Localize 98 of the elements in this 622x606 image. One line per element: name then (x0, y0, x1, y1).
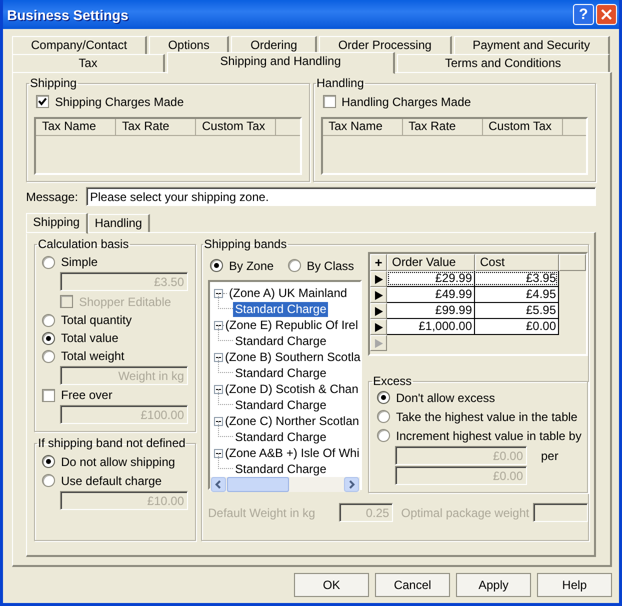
radio-label: Total value (61, 331, 118, 345)
collapse-icon[interactable] (214, 320, 223, 330)
collapse-icon[interactable] (214, 384, 223, 394)
column-header[interactable]: Tax Name (322, 119, 402, 135)
tab[interactable]: Terms and Conditions (397, 54, 610, 72)
radio-button[interactable] (377, 391, 390, 404)
checkbox[interactable] (36, 95, 49, 108)
tab[interactable]: Order Processing (319, 36, 452, 54)
column-header[interactable]: Tax Name (36, 119, 116, 135)
window-title: Business Settings (7, 6, 128, 22)
table-cell: £29.99 (387, 271, 475, 287)
scroll-thumb[interactable] (227, 477, 289, 492)
table-cell: £1,000.00 (387, 319, 475, 335)
group-label: Handling (316, 76, 365, 90)
column-header[interactable]: Tax Rate (402, 119, 482, 135)
radio-label: By Zone (229, 258, 274, 272)
tab[interactable]: Tax (12, 54, 165, 72)
radio-button[interactable] (42, 314, 55, 326)
radio-label: Total quantity (61, 313, 132, 327)
column-header[interactable]: Cost (475, 254, 559, 271)
radio-label: By Class (306, 258, 354, 272)
column-header[interactable]: Custom Tax (482, 119, 562, 135)
field-label: Optimal package weight (401, 506, 530, 520)
scroll-left-icon (211, 477, 226, 492)
tab[interactable]: Options (149, 36, 230, 54)
unit-label: per (541, 448, 558, 462)
add-row-button[interactable]: + (370, 254, 387, 271)
dialog-button[interactable]: Cancel (375, 573, 450, 597)
collapse-icon[interactable] (214, 448, 223, 458)
dialog-button[interactable]: Apply (456, 573, 531, 597)
field-label: Message: (26, 190, 80, 204)
tree-item[interactable]: Standard Charge (233, 302, 328, 316)
dialog-button[interactable]: OK (294, 573, 369, 597)
checkbox[interactable] (42, 388, 55, 402)
table-cell: £5.95 (475, 303, 559, 319)
radio-label: Do not allow shipping (61, 454, 176, 468)
table-cell: £4.95 (475, 287, 559, 303)
group-label: If shipping band not defined (37, 436, 186, 450)
group-label: Shipping (29, 76, 78, 90)
tree-item[interactable]: Standard Charge (233, 462, 328, 476)
tab[interactable]: Shipping and Handling (167, 52, 395, 74)
close-button[interactable] (596, 4, 617, 25)
radio-label: Simple (61, 255, 98, 269)
scrollbar[interactable] (210, 477, 360, 492)
radio-button[interactable] (42, 256, 55, 268)
close-icon (601, 9, 612, 20)
message-field[interactable]: Please select your shipping zone. (86, 187, 596, 206)
table-cell: £0.00 (475, 319, 559, 335)
table-cell: £99.99 (387, 303, 475, 319)
dialog-button[interactable]: Help (537, 573, 612, 597)
tree-item[interactable]: Standard Charge (233, 366, 328, 380)
checkbox[interactable] (322, 95, 336, 108)
radio-button[interactable] (377, 410, 390, 423)
radio-button[interactable] (210, 259, 223, 272)
field-label: Default Weight in kg (208, 506, 316, 520)
column-header (559, 254, 586, 271)
tree-item[interactable]: Standard Charge (233, 334, 328, 348)
checkmark-icon (38, 97, 47, 106)
tree-item[interactable]: (Zone C) Norther Scotlan (223, 414, 362, 428)
help-button[interactable]: ? (573, 4, 594, 25)
tree-item[interactable]: (Zone A) UK Mainland (227, 286, 350, 300)
tree-item[interactable]: (Zone E) Republic Of Irel (223, 318, 360, 332)
tab[interactable]: Shipping (26, 213, 88, 234)
group-label: Calculation basis (37, 237, 130, 251)
tree-item[interactable]: Standard Charge (233, 430, 328, 444)
collapse-icon[interactable] (214, 352, 223, 362)
tree-item[interactable]: (Zone B) Southern Scotla (223, 350, 362, 364)
tab[interactable]: Payment and Security (454, 36, 610, 54)
radio-button[interactable] (42, 474, 55, 487)
checkbox-label: Shipping Charges Made (55, 94, 184, 108)
radio-label: Don't allow excess (396, 390, 495, 404)
collapse-icon[interactable] (214, 416, 223, 426)
column-header[interactable]: Order Value (387, 254, 475, 271)
group-label: Excess (372, 374, 413, 388)
checkbox-label: Shopper Editable (79, 294, 172, 308)
radio-button[interactable] (288, 259, 301, 272)
radio-button[interactable] (42, 332, 55, 344)
table-cell: £49.99 (387, 287, 475, 303)
radio-label: Take the highest value in the table (396, 410, 578, 424)
radio-button[interactable] (377, 429, 390, 442)
group-label: Shipping bands (203, 237, 288, 251)
column-header[interactable]: Custom Tax (196, 119, 276, 135)
tree-item[interactable]: (Zone D) Scotish & Chan (223, 382, 360, 396)
radio-label: Use default charge (61, 474, 162, 488)
column-header[interactable]: Tax Rate (116, 119, 196, 135)
collapse-icon[interactable] (214, 288, 223, 298)
checkbox-label: Handling Charges Made (342, 94, 471, 108)
tree-item[interactable]: Standard Charge (233, 398, 328, 412)
checkbox-label: Free over (61, 388, 112, 402)
scroll-right-icon (344, 477, 359, 492)
radio-button[interactable] (42, 455, 55, 468)
tab[interactable]: Company/Contact (12, 36, 148, 54)
table-cell: £3.95 (475, 271, 559, 287)
radio-button[interactable] (42, 350, 55, 362)
radio-label: Increment highest value in table by (396, 428, 582, 442)
tab[interactable]: Handling (88, 214, 150, 232)
tree-item[interactable]: (Zone A&B +) Isle Of Whi (223, 446, 362, 460)
radio-label: Total weight (61, 349, 124, 363)
